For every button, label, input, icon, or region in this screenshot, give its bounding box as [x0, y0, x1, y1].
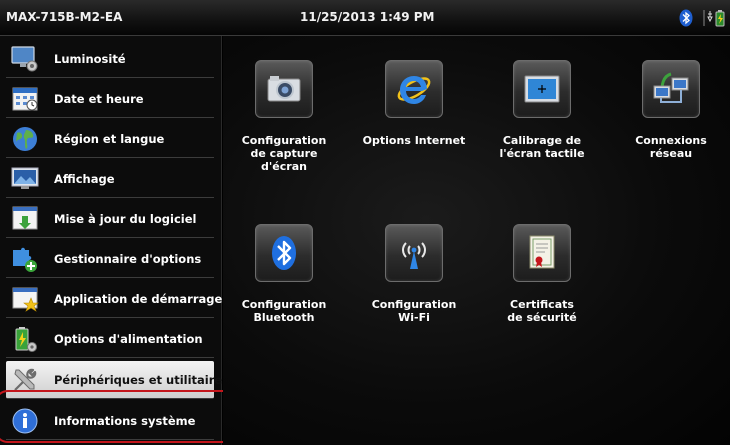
globe-icon	[13, 126, 37, 151]
tile-label: Certificats de sécurité	[507, 298, 577, 324]
calendar-icon	[12, 87, 38, 110]
tile-label: Connexions réseau	[635, 134, 707, 160]
sidebar-item-label: Date et heure	[54, 91, 144, 106]
touchscreen-calibration-icon	[524, 75, 560, 103]
tile-button[interactable]	[513, 60, 571, 118]
tile-button[interactable]	[255, 224, 313, 282]
sidebar: Luminosité Date et heure Région et langu…	[0, 36, 237, 445]
sidebar-item-label: Mise à jour du logiciel	[54, 211, 197, 226]
software-update-icon	[12, 206, 38, 229]
sidebar-item-label: Région et langue	[54, 131, 165, 146]
tile-label: Configuration Wi-Fi	[371, 298, 457, 324]
sidebar-item-label: Gestionnaire d'options	[54, 251, 202, 266]
bluetooth-icon	[272, 236, 296, 270]
internet-explorer-icon	[397, 76, 431, 104]
monitor-brightness-icon	[11, 45, 38, 71]
tile-internet-options[interactable]: Options Internet	[359, 60, 469, 147]
sidebar-item-date-time[interactable]: Date et heure	[6, 80, 214, 118]
sidebar-item-label: Affichage	[54, 171, 115, 186]
main-panel: Configuration de capture d'écran Options…	[223, 36, 730, 445]
tile-button[interactable]	[642, 60, 700, 118]
tile-label: Configuration Bluetooth	[241, 298, 327, 324]
tile-button[interactable]	[255, 60, 313, 118]
camera-icon	[267, 76, 301, 102]
date-time: 11/25/2013 1:49 PM	[300, 10, 435, 24]
sidebar-item-label: Luminosité	[54, 51, 126, 66]
tile-label: Configuration de capture d'écran	[241, 134, 327, 173]
tile-touchscreen-calibration[interactable]: Calibrage de l'écran tactile	[487, 60, 597, 160]
tile-screen-capture-configuration[interactable]: Configuration de capture d'écran	[229, 60, 339, 173]
sidebar-item-region-language[interactable]: Région et langue	[6, 120, 214, 158]
sidebar-item-label: Application de démarrage	[54, 291, 223, 306]
tile-button[interactable]	[513, 224, 571, 282]
power-battery-icon[interactable]	[703, 7, 727, 29]
puzzle-options-icon	[13, 247, 37, 272]
tile-button[interactable]	[385, 60, 443, 118]
bluetooth-icon[interactable]	[679, 9, 693, 27]
sidebar-item-label: Informations système	[54, 413, 196, 428]
tile-wifi-configuration[interactable]: Configuration Wi-Fi	[359, 224, 469, 324]
certificate-icon	[529, 235, 555, 269]
startup-app-icon	[12, 287, 39, 312]
sidebar-item-label: Options d'alimentation	[54, 331, 203, 346]
sidebar-item-options-manager[interactable]: Gestionnaire d'options	[6, 240, 214, 278]
sidebar-item-system-information[interactable]: Informations système	[6, 402, 214, 440]
sidebar-item-peripherals-utilities[interactable]: Périphériques et utilitaires	[6, 361, 229, 399]
tile-label: Options Internet	[362, 134, 466, 147]
tile-bluetooth-configuration[interactable]: Configuration Bluetooth	[229, 224, 339, 324]
tile-button[interactable]	[385, 224, 443, 282]
wifi-icon	[402, 242, 426, 269]
sidebar-item-display[interactable]: Affichage	[6, 160, 214, 198]
sidebar-item-startup-application[interactable]: Application de démarrage	[6, 280, 222, 318]
sidebar-item-power-options[interactable]: Options d'alimentation	[6, 320, 214, 358]
tile-security-certificates[interactable]: Certificats de sécurité	[487, 224, 597, 324]
device-name: MAX-715B-M2-EA	[6, 10, 123, 24]
network-icon	[653, 72, 689, 103]
sidebar-item-software-update[interactable]: Mise à jour du logiciel	[6, 200, 214, 238]
tile-label: Calibrage de l'écran tactile	[499, 134, 585, 160]
tile-network-connections[interactable]: Connexions réseau	[616, 60, 726, 160]
sidebar-item-brightness[interactable]: Luminosité	[6, 40, 214, 78]
title-bar: MAX-715B-M2-EA 11/25/2013 1:49 PM	[0, 0, 730, 36]
sidebar-item-label: Périphériques et utilitaires	[54, 372, 230, 387]
info-icon	[12, 408, 38, 433]
display-icon	[11, 167, 39, 189]
battery-icon	[15, 326, 37, 352]
tools-icon	[14, 368, 37, 391]
